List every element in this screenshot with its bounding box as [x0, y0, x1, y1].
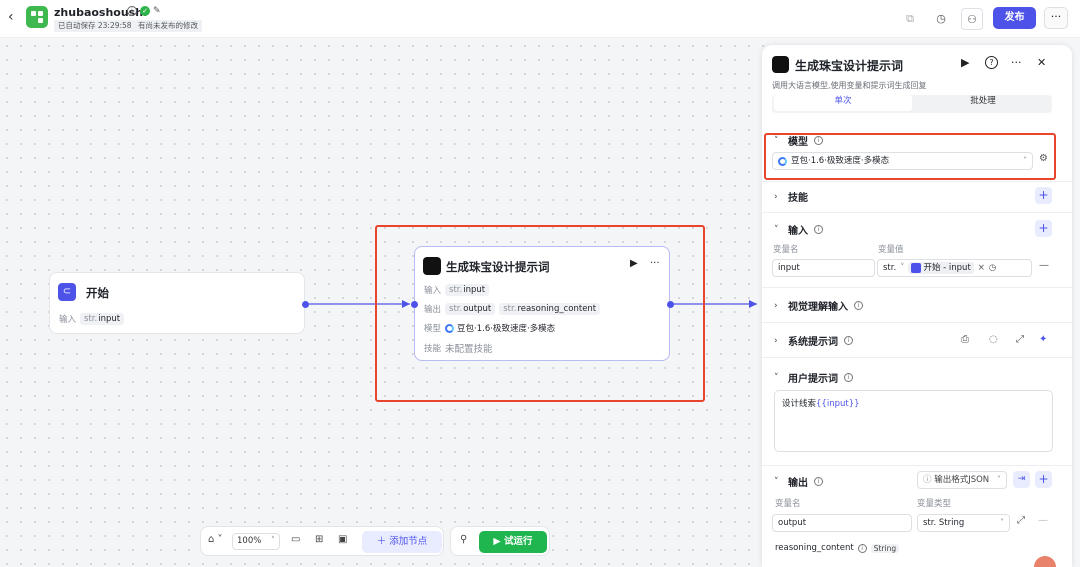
autosave-status: 已自动保存 23:29:58	[54, 20, 136, 32]
input-label: 输入	[59, 315, 77, 325]
start-output-port[interactable]	[302, 301, 309, 308]
info-icon: i	[814, 477, 823, 486]
llm-icon	[772, 56, 789, 73]
workflow-icon	[26, 6, 48, 28]
copy-icon[interactable]: ⧉	[899, 8, 921, 30]
magic-icon[interactable]: ✦	[1039, 334, 1047, 345]
system-prompt-section-header[interactable]: › 系统提示词 i	[774, 333, 853, 348]
add-input-button[interactable]: +	[1035, 220, 1052, 237]
verified-icon: ✓	[140, 6, 150, 16]
help-icon[interactable]: ?	[985, 56, 998, 69]
info-icon[interactable]: i	[127, 6, 137, 16]
start-icon: ⊂	[58, 283, 76, 301]
more-icon[interactable]: ···	[1011, 56, 1022, 69]
panel-description: 调用大语言模型,使用变量和提示词生成回复	[772, 81, 927, 90]
add-output-button[interactable]: +	[1035, 471, 1052, 488]
info-icon: i	[844, 373, 853, 382]
more-button[interactable]: ···	[1044, 7, 1068, 29]
template-icon[interactable]: ⎙	[961, 334, 969, 345]
input-var-value-field[interactable]: str. ˅ 开始 - input × ◷	[877, 259, 1032, 277]
play-icon[interactable]: ▶	[961, 56, 969, 69]
canvas-toolbar: ⌂ ˅ 100% ˅ ▭ ⊞ ▣ ＋ 添加节点	[200, 526, 444, 556]
publish-button[interactable]: 发布	[993, 7, 1036, 29]
var-name-label: 变量名	[773, 245, 799, 255]
link-icon[interactable]: ⚲	[460, 534, 467, 545]
back-icon[interactable]: ‹	[8, 9, 14, 25]
highlight-box	[375, 225, 705, 402]
remove-output-button[interactable]: —	[1038, 515, 1048, 526]
import-icon[interactable]: ⇥	[1013, 471, 1030, 488]
top-bar: ‹ zhubaoshoushi i ✓ ✎ 已自动保存 23:29:58 有尚未…	[0, 0, 1080, 38]
tab-single[interactable]: 单次	[774, 95, 912, 111]
output-format-select[interactable]: ⓘ 输出格式JSON ˅	[917, 471, 1007, 489]
add-skill-button[interactable]: +	[1035, 187, 1052, 204]
highlight-box	[764, 133, 1056, 180]
user-prompt-section-header[interactable]: ˅ 用户提示词 i	[774, 370, 853, 385]
skill-section-header[interactable]: › 技能	[774, 189, 808, 205]
add-node-button[interactable]: ＋ 添加节点	[362, 531, 442, 553]
zoom-select[interactable]: 100% ˅	[232, 533, 280, 550]
workflow-canvas[interactable]: ⊂ 开始 输入 str.input 生成珠宝设计提示词 ▶ ··· 输入 str…	[0, 39, 770, 567]
out-var-name-label: 变量名	[775, 499, 801, 509]
layout-icon[interactable]: ⊞	[315, 534, 323, 545]
input-section-header[interactable]: ˅ 输入 i	[774, 222, 823, 237]
output-section-header[interactable]: ˅ 输出 i	[774, 474, 823, 489]
vision-section-header[interactable]: › 视觉理解输入 i	[774, 298, 863, 313]
info-icon: i	[857, 543, 867, 553]
output-var-name-field[interactable]: output	[772, 514, 912, 532]
minimap-icon[interactable]: ▣	[338, 534, 347, 545]
var-value-label: 变量值	[878, 245, 904, 255]
mode-tabs: 单次 批处理	[772, 95, 1052, 113]
node-config-panel: 生成珠宝设计提示词 ▶ ? ··· ✕ 调用大语言模型,使用变量和提示词生成回复…	[762, 45, 1072, 567]
close-icon[interactable]: ✕	[1037, 56, 1046, 69]
info-icon: i	[814, 225, 823, 234]
comment-icon[interactable]: ▭	[291, 534, 300, 545]
users-icon[interactable]: ⚇	[961, 8, 983, 30]
unpublished-status: 有尚未发布的修改	[134, 20, 202, 32]
clock-icon: ◷	[988, 263, 997, 273]
mouse-icon[interactable]: ⌂ ˅	[208, 534, 223, 545]
start-node-title: 开始	[86, 286, 109, 300]
remove-input-button[interactable]: —	[1039, 260, 1049, 271]
run-toolbar: ⚲ ▶ 试运行	[450, 526, 550, 556]
info-icon: i	[844, 336, 853, 345]
output-var-type-select[interactable]: str. String ˅	[917, 514, 1010, 532]
tab-batch[interactable]: 批处理	[916, 95, 1050, 111]
idea-icon[interactable]: ◌	[989, 334, 998, 345]
expand-icon[interactable]: ⤢	[1016, 334, 1024, 345]
input-chip: str.input	[80, 313, 125, 325]
info-icon: i	[854, 301, 863, 310]
history-icon[interactable]: ◷	[930, 8, 952, 30]
edit-icon[interactable]: ✎	[153, 6, 163, 16]
panel-title: 生成珠宝设计提示词	[795, 59, 904, 73]
start-node[interactable]: ⊂ 开始 输入 str.input	[49, 272, 309, 334]
expand-icon[interactable]: ⤢	[1017, 515, 1025, 526]
out-var-type-label: 变量类型	[917, 499, 952, 509]
input-var-name-field[interactable]: input	[772, 259, 875, 277]
trial-run-button[interactable]: ▶ 试运行	[479, 531, 547, 553]
start-icon	[911, 263, 922, 273]
user-prompt-editor[interactable]: 设计线索{{input}}	[774, 390, 1053, 452]
reasoning-output-row: reasoning_content i String	[775, 543, 900, 553]
